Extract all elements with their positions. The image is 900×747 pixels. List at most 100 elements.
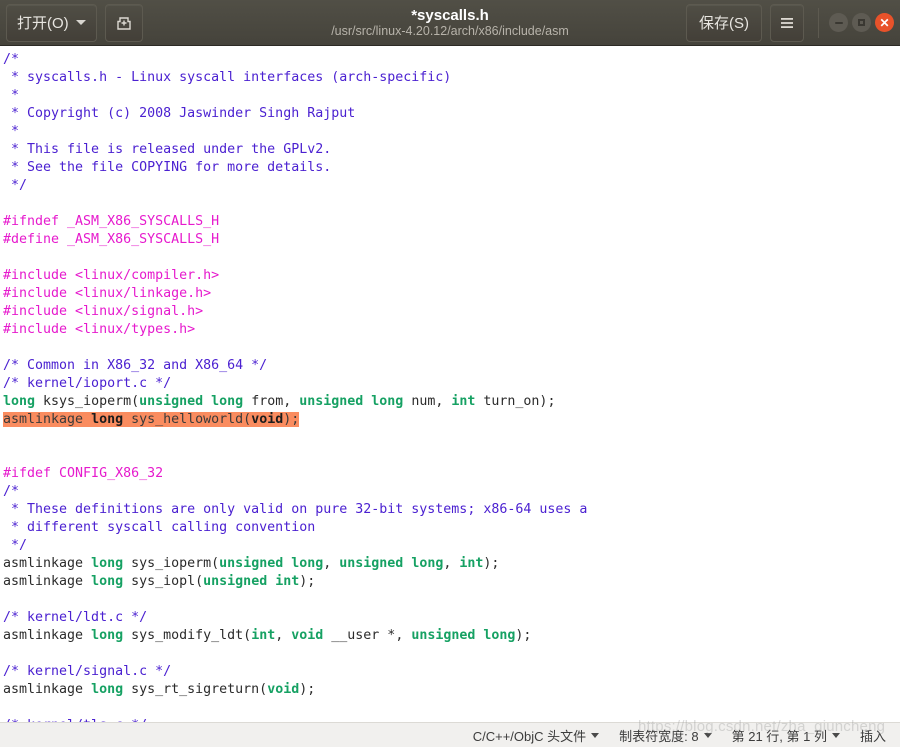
code-token: /* <box>3 484 20 499</box>
save-button[interactable]: 保存(S) <box>686 3 762 42</box>
code-token: unsigned long <box>299 394 404 409</box>
code-token: int <box>451 394 476 409</box>
code-line: /* <box>3 51 900 69</box>
source-code[interactable]: /* * syscalls.h - Linux syscall interfac… <box>0 51 900 722</box>
title-bar: 打开(O) *syscalls.h /usr/src/linux-4.20.12… <box>0 0 900 46</box>
page-title: *syscalls.h <box>411 6 489 24</box>
minimize-icon <box>834 21 843 24</box>
code-token: int <box>459 556 484 571</box>
code-token: asmlinkage <box>3 574 92 589</box>
code-token: ksys_ioperm( <box>35 394 140 409</box>
code-token: int <box>251 628 276 643</box>
code-line: asmlinkage long sys_iopl(unsigned int); <box>3 573 900 591</box>
code-token: ); <box>299 574 316 589</box>
code-token: */ <box>3 538 28 553</box>
code-token: /* kernel/ioport.c */ <box>3 376 172 391</box>
code-line: /* kernel/signal.c */ <box>3 663 900 681</box>
code-token: asmlinkage <box>3 682 92 697</box>
code-line: #include <linux/compiler.h> <box>3 267 900 285</box>
code-line: #include <linux/types.h> <box>3 321 900 339</box>
code-token: #ifdef CONFIG_X86_32 <box>3 466 164 481</box>
code-token: , <box>323 556 340 571</box>
code-token: sys_helloworld( <box>123 412 252 427</box>
filetype-selector[interactable]: C/C++/ObjC 头文件 <box>472 726 600 745</box>
code-token: /* Common in X86_32 and X86_64 */ <box>3 358 268 373</box>
code-token: , <box>443 556 460 571</box>
code-token: sys_modify_ldt( <box>123 628 252 643</box>
code-token: void <box>251 412 284 427</box>
code-line: * These definitions are only valid on pu… <box>3 501 900 519</box>
code-token: asmlinkage <box>3 556 92 571</box>
maximize-button[interactable] <box>852 13 871 32</box>
code-token: ); <box>483 556 500 571</box>
code-line: asmlinkage long sys_rt_sigreturn(void); <box>3 681 900 699</box>
code-line: ​ <box>3 339 900 357</box>
code-token: sys_rt_sigreturn( <box>123 682 268 697</box>
code-token: asmlinkage <box>3 412 92 427</box>
close-icon: ✕ <box>879 15 890 30</box>
chevron-down-icon <box>703 732 712 738</box>
code-line: asmlinkage long sys_modify_ldt(int, void… <box>3 627 900 645</box>
code-line: /* <box>3 483 900 501</box>
code-line: ​ <box>3 645 900 663</box>
window-controls: ✕ <box>818 7 894 38</box>
chevron-down-icon <box>831 732 840 738</box>
code-token: #include <linux/linkage.h> <box>3 286 212 301</box>
status-bar: C/C++/ObjC 头文件 制表符宽度: 8 第 21 行, 第 1 列 插入 <box>0 722 900 747</box>
code-editor-area[interactable]: /* * syscalls.h - Linux syscall interfac… <box>0 46 900 722</box>
code-token: long <box>91 682 124 697</box>
code-token: /* <box>3 52 20 67</box>
code-token: void <box>291 628 324 643</box>
maximize-icon <box>858 19 865 26</box>
code-token: unsigned long <box>139 394 244 409</box>
code-token: #define _ASM_X86_SYSCALLS_H <box>3 232 220 247</box>
code-line: * This file is released under the GPLv2. <box>3 141 900 159</box>
code-token: num, <box>403 394 452 409</box>
code-token: ); <box>515 628 532 643</box>
code-line: asmlinkage long sys_helloworld(void); <box>3 411 900 429</box>
code-line: ​ <box>3 591 900 609</box>
code-line: ​ <box>3 195 900 213</box>
code-token: * different syscall calling convention <box>3 520 316 535</box>
code-line: /* kernel/ioport.c */ <box>3 375 900 393</box>
code-line: /* Common in X86_32 and X86_64 */ <box>3 357 900 375</box>
code-token: */ <box>3 178 28 193</box>
code-token: #ifndef _ASM_X86_SYSCALLS_H <box>3 214 220 229</box>
code-token: #include <linux/compiler.h> <box>3 268 220 283</box>
code-line: ​ <box>3 249 900 267</box>
open-file-label: 打开(O) <box>17 15 69 32</box>
code-token: long <box>91 628 124 643</box>
open-file-button[interactable]: 打开(O) <box>6 3 97 42</box>
code-token: unsigned long <box>219 556 324 571</box>
save-as-icon <box>116 16 131 30</box>
code-token: #include <linux/signal.h> <box>3 304 204 319</box>
code-token: unsigned long <box>339 556 444 571</box>
save-as-button[interactable] <box>104 3 143 42</box>
code-line: * <box>3 123 900 141</box>
code-token: * These definitions are only valid on pu… <box>3 502 588 517</box>
code-token: , <box>275 628 292 643</box>
tab-width-selector[interactable]: 制表符宽度: 8 <box>619 726 712 745</box>
code-line: /* kernel/ldt.c */ <box>3 609 900 627</box>
chevron-down-icon <box>75 20 86 25</box>
filetype-label: C/C++/ObjC 头文件 <box>472 728 587 744</box>
code-line: #ifdef CONFIG_X86_32 <box>3 465 900 483</box>
code-token: * <box>3 88 20 103</box>
file-path: /usr/src/linux-4.20.12/arch/x86/include/… <box>331 23 569 38</box>
tab-width-label: 制表符宽度: 8 <box>619 728 699 744</box>
code-token: asmlinkage <box>3 628 92 643</box>
code-line: ​ <box>3 447 900 465</box>
close-button[interactable]: ✕ <box>875 13 894 32</box>
cursor-position-selector[interactable]: 第 21 行, 第 1 列 <box>732 726 840 745</box>
chevron-down-icon <box>591 732 600 738</box>
save-button-label: 保存(S) <box>699 15 749 32</box>
code-line: * syscalls.h - Linux syscall interfaces … <box>3 69 900 87</box>
hamburger-menu-button[interactable] <box>770 3 804 42</box>
code-token: long <box>91 574 124 589</box>
code-token: long <box>3 394 36 409</box>
code-line: ​ <box>3 699 900 717</box>
minimize-button[interactable] <box>829 13 848 32</box>
text-editor-window: 打开(O) *syscalls.h /usr/src/linux-4.20.12… <box>0 0 900 747</box>
code-token: * Copyright (c) 2008 Jaswinder Singh Raj… <box>3 106 356 121</box>
code-token: void <box>267 682 300 697</box>
